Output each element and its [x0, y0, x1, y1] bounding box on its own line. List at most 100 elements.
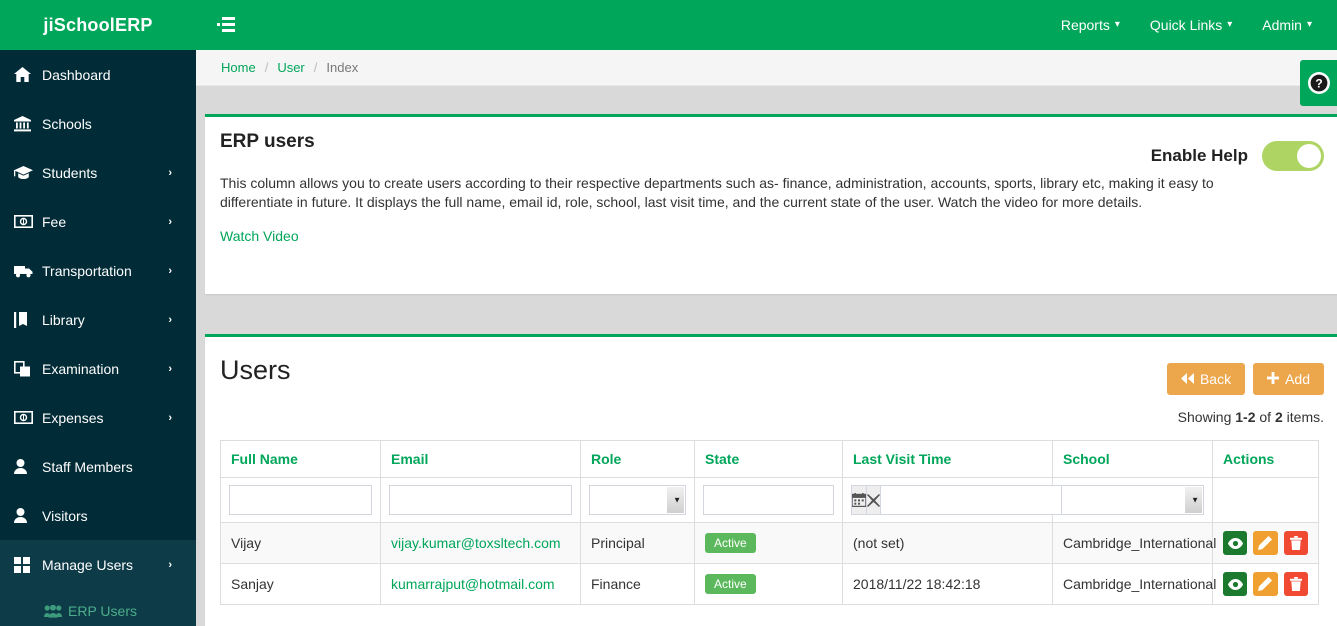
sidebar-item-students[interactable]: Students › — [0, 148, 196, 197]
topnav-admin-label: Admin — [1262, 17, 1302, 33]
question-circle-icon: ? — [1307, 72, 1330, 94]
users-grid: Full Name Email Role State Last Visit Ti… — [220, 440, 1319, 605]
filter-cell-state — [694, 477, 843, 523]
column-header-state[interactable]: State — [694, 440, 843, 478]
filter-email-input[interactable] — [389, 485, 572, 515]
sidebar-label-staff-members: Staff Members — [42, 458, 133, 475]
filter-role-select[interactable] — [589, 485, 686, 515]
watch-video-link[interactable]: Watch Video — [205, 212, 299, 244]
column-header-full-name[interactable]: Full Name — [220, 440, 381, 478]
cell-last-visit-time: (not set) — [842, 522, 1053, 564]
column-header-actions: Actions — [1212, 440, 1319, 478]
add-button[interactable]: Add — [1253, 363, 1324, 395]
chevron-right-icon: › — [168, 558, 172, 571]
cell-school: Cambridge_International — [1052, 563, 1216, 605]
table-row[interactable]: Sanjay kumarrajput@hotmail.com Finance A… — [220, 563, 1319, 605]
sidebar-item-staff-members[interactable]: Staff Members — [0, 442, 196, 491]
delete-icon[interactable] — [1283, 531, 1308, 555]
cell-state: Active — [694, 522, 843, 564]
topnav-reports[interactable]: Reports ▾ — [1046, 0, 1135, 50]
sidebar-item-manage-users[interactable]: Manage Users › — [0, 540, 196, 589]
breadcrumb-separator: / — [313, 60, 318, 75]
sidebar-toggle-icon[interactable] — [206, 0, 246, 50]
table-filter-row: ▼ ▼ — [220, 477, 1319, 523]
grid-icon — [14, 555, 40, 575]
table-row[interactable]: Vijay vijay.kumar@toxsltech.com Principa… — [220, 522, 1319, 564]
view-icon[interactable] — [1223, 572, 1248, 596]
chevron-right-icon: › — [168, 166, 172, 179]
status-badge: Active — [705, 533, 756, 553]
cell-actions — [1212, 563, 1319, 605]
topnav-reports-label: Reports — [1060, 17, 1110, 33]
email-link[interactable]: vijay.kumar@toxsltech.com — [391, 535, 561, 551]
sidebar-item-examination[interactable]: Examination › — [0, 344, 196, 393]
sidebar-label-transportation: Transportation — [42, 262, 132, 279]
results-summary: Showing 1-2 of 2 items. — [1178, 409, 1324, 425]
calendar-icon[interactable] — [851, 485, 866, 515]
sidebar: Dashboard Schools Students › Fee › Trans… — [0, 50, 196, 626]
help-button[interactable]: ? — [1300, 60, 1337, 106]
filter-cell-role: ▼ — [580, 477, 695, 523]
column-header-last-visit-time[interactable]: Last Visit Time — [842, 440, 1053, 478]
users-group-icon — [44, 604, 68, 618]
table-header-row: Full Name Email Role State Last Visit Ti… — [220, 440, 1319, 478]
help-description: This column allows you to create users a… — [220, 175, 1214, 210]
cell-email: kumarrajput@hotmail.com — [380, 563, 581, 605]
sidebar-sublabel-erp-users: ERP Users — [68, 603, 137, 619]
enable-help-control: Enable Help — [1151, 141, 1324, 171]
clear-date-icon[interactable] — [866, 485, 880, 515]
money-icon — [14, 408, 40, 428]
filter-cell-full-name — [220, 477, 381, 523]
truck-icon — [14, 261, 40, 281]
sidebar-label-students: Students — [42, 164, 98, 181]
sidebar-item-expenses[interactable]: Expenses › — [0, 393, 196, 442]
sidebar-item-fee[interactable]: Fee › — [0, 197, 196, 246]
chevron-right-icon: › — [168, 313, 172, 326]
breadcrumb-home[interactable]: Home — [221, 60, 256, 75]
status-badge: Active — [705, 574, 756, 594]
bank-icon — [14, 114, 40, 134]
filter-cell-last-visit-time — [842, 477, 1070, 523]
filter-full-name-input[interactable] — [229, 485, 372, 515]
sidebar-item-visitors[interactable]: Visitors — [0, 491, 196, 540]
filter-state-input[interactable] — [703, 485, 834, 515]
column-header-role[interactable]: Role — [580, 440, 695, 478]
edit-icon[interactable] — [1253, 572, 1278, 596]
filter-school-select[interactable] — [1061, 485, 1204, 515]
delete-icon[interactable] — [1283, 572, 1308, 596]
enable-help-toggle[interactable] — [1262, 141, 1324, 171]
cell-full-name: Sanjay — [220, 563, 381, 605]
top-navigation: Reports ▾ Quick Links ▾ Admin ▾ — [1046, 0, 1327, 50]
column-header-email[interactable]: Email — [380, 440, 581, 478]
sidebar-subitem-erp-users[interactable]: ERP Users — [0, 589, 196, 626]
edit-icon[interactable] — [1253, 531, 1278, 555]
cell-role: Finance — [580, 563, 695, 605]
chevron-right-icon: › — [168, 264, 172, 277]
money-icon — [14, 212, 40, 232]
chevron-down-icon: ▾ — [1306, 19, 1312, 30]
back-button[interactable]: Back — [1166, 363, 1246, 395]
copy-icon — [14, 359, 40, 379]
filter-last-visit-time-input[interactable] — [880, 485, 1070, 515]
cell-full-name: Vijay — [220, 522, 381, 564]
column-header-school[interactable]: School — [1052, 440, 1213, 478]
email-link[interactable]: kumarrajput@hotmail.com — [391, 576, 555, 592]
chevron-right-icon: › — [168, 362, 172, 375]
sidebar-item-transportation[interactable]: Transportation › — [0, 246, 196, 295]
view-icon[interactable] — [1223, 531, 1248, 555]
breadcrumb-user[interactable]: User — [277, 60, 304, 75]
plus-icon — [1267, 371, 1280, 387]
users-table: Full Name Email Role State Last Visit Ti… — [220, 440, 1319, 605]
summary-suffix: items. — [1282, 409, 1324, 425]
cell-last-visit-time: 2018/11/22 18:42:18 — [842, 563, 1053, 605]
sidebar-item-dashboard[interactable]: Dashboard — [0, 50, 196, 99]
sidebar-label-dashboard: Dashboard — [42, 66, 111, 83]
topnav-admin[interactable]: Admin ▾ — [1247, 0, 1327, 50]
brand-logo[interactable]: jiSchoolERP — [0, 0, 196, 50]
backward-icon — [1180, 371, 1194, 387]
sidebar-item-schools[interactable]: Schools — [0, 99, 196, 148]
sidebar-item-library[interactable]: Library › — [0, 295, 196, 344]
topnav-quick-links[interactable]: Quick Links ▾ — [1135, 0, 1247, 50]
main-content: Home / User / Index ERP users Enable Hel… — [196, 50, 1337, 626]
cell-role: Principal — [580, 522, 695, 564]
